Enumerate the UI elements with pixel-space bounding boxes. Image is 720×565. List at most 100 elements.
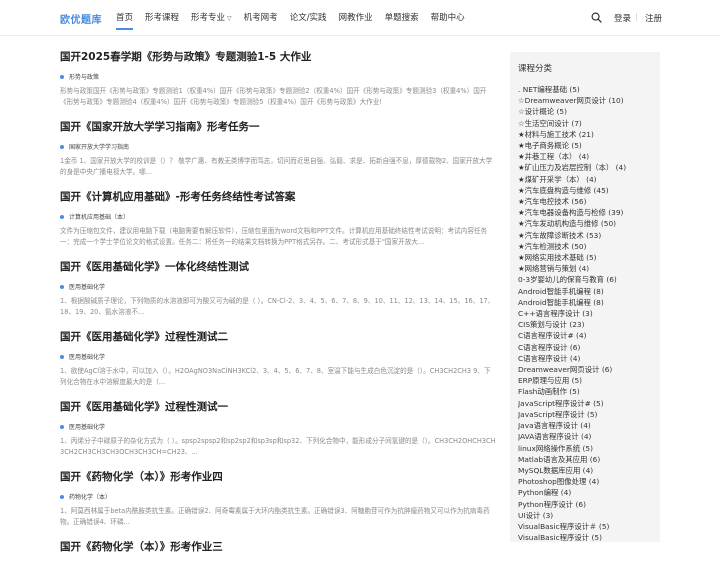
article-category[interactable]: 医用基础化学 bbox=[60, 352, 496, 361]
article-title-link[interactable]: 国开《药物化学（本）》形考作业四 bbox=[60, 470, 496, 484]
article-item: 国开《医用基础化学》过程性测试二 医用基础化学 1、欲使AgCl溶于水中，可以加入（… bbox=[60, 330, 496, 389]
sidebar-category-link[interactable]: Android智能手机编程 (8) bbox=[518, 297, 652, 308]
article-item: 国开《药物化学（本）》形考作业三 bbox=[60, 540, 496, 554]
sidebar-category-link[interactable]: ★煤矿开采学（本） (4) bbox=[518, 174, 652, 185]
article-title-link[interactable]: 国开《医用基础化学》过程性测试二 bbox=[60, 330, 496, 344]
category-label: 医用基础化学 bbox=[69, 284, 106, 291]
sidebar-category-link[interactable]: linux网络操作系统 (5) bbox=[518, 443, 652, 454]
sidebar-category-link[interactable]: Java语言程序设计 (4) bbox=[518, 420, 652, 431]
article-item: 国开《国家开放大学学习指南》形考任务一国家开放大学学习指南 1金币 1、国家开放大… bbox=[60, 120, 496, 179]
article-category[interactable]: 医用基础化学 bbox=[60, 282, 496, 291]
site-logo[interactable]: 欧优题库 bbox=[60, 11, 102, 26]
article-item: 国开《药物化学（本）》形考作业四 药物化学（本） 1、阿莫西林属于beta内酰胺类抗… bbox=[60, 470, 496, 529]
nav-item-label: 帮助中心 bbox=[430, 13, 465, 23]
category-label: 医用基础化学 bbox=[69, 424, 106, 431]
sidebar-category-link[interactable]: ☆生活空间设计 (7) bbox=[518, 118, 652, 129]
sidebar-category-link[interactable]: Python编程 (4) bbox=[518, 487, 652, 498]
nav-item-4[interactable]: 论文/实践 bbox=[284, 0, 333, 36]
sidebar-category-link[interactable]: ★汽车电器设备构造与检修 (39) bbox=[518, 207, 652, 218]
category-dot-icon bbox=[60, 214, 64, 219]
login-register-separator: | bbox=[635, 12, 638, 21]
register-link[interactable]: 注册 bbox=[645, 12, 662, 24]
sidebar-category-link[interactable]: C语言程序设计 (4) bbox=[518, 353, 652, 364]
nav-item-label: 单题搜索 bbox=[384, 13, 419, 23]
sidebar-category-link[interactable]: VisualBasic程序设计＃ (5) bbox=[518, 521, 652, 532]
category-dot-icon bbox=[60, 284, 64, 289]
sidebar-category-link[interactable]: JavaScript程序设计# (5) bbox=[518, 398, 652, 409]
article-item: 国开《医用基础化学》过程性测试一医用基础化学 1、丙烯分子中碳原子的杂化方式为（ … bbox=[60, 400, 496, 459]
sidebar-category-link[interactable]: ★汽车检测技术 (50) bbox=[518, 241, 652, 252]
sidebar-category-link[interactable]: ☆设计概论 (5) bbox=[518, 106, 652, 117]
sidebar-category-link[interactable]: UI设计 (3) bbox=[518, 510, 652, 521]
category-dot-icon bbox=[60, 144, 64, 149]
course-category-sidebar: 课程分类 . NET编程基础 (5) ☆Dreamweaver网页设计 (10) ☆… bbox=[510, 52, 660, 542]
sidebar-category-link[interactable]: ★电子商务概论 (5) bbox=[518, 140, 652, 151]
category-label: 药物化学（本） bbox=[69, 494, 112, 501]
chevron-down-icon: ▽ bbox=[227, 15, 232, 22]
sidebar-category-link[interactable]: Flash动画制作 (5) bbox=[518, 386, 652, 397]
search-icon[interactable] bbox=[591, 12, 602, 23]
sidebar-category-link[interactable]: C语言程序设计 (6) bbox=[518, 342, 652, 353]
article-title-link[interactable]: 国开《医用基础化学》过程性测试一 bbox=[60, 400, 496, 414]
sidebar-category-link[interactable]: MySQL数据库应用 (4) bbox=[518, 465, 652, 476]
article-category[interactable]: 计算机应用基础（本） bbox=[60, 212, 496, 221]
sidebar-category-link[interactable]: Matlab语言及其应用 (6) bbox=[518, 454, 652, 465]
category-dot-icon bbox=[60, 494, 64, 499]
article-category[interactable]: 国家开放大学学习指南 bbox=[60, 142, 496, 151]
sidebar-category-link[interactable]: Photoshop图像处理 (4) bbox=[518, 476, 652, 487]
article-item: 国开《计算机应用基础》-形考任务终结性考试答案 计算机应用基础（本） 文件为压缩包文… bbox=[60, 190, 496, 249]
sidebar-category-link[interactable]: C语言程序设计# (4) bbox=[518, 330, 652, 341]
login-link[interactable]: 登录 bbox=[614, 12, 631, 24]
category-label: 计算机应用基础（本） bbox=[69, 214, 130, 221]
article-title-link[interactable]: 国开2025春学期《形势与政策》专题测验1-5 大作业 bbox=[60, 50, 496, 64]
sidebar-category-link[interactable]: JavaScript程序设计 (5) bbox=[518, 409, 652, 420]
nav-item-5[interactable]: 网教作业 bbox=[333, 0, 379, 36]
article-excerpt: 1、丙烯分子中碳原子的杂化方式为（ ）。spsp2spsp2和sp2sp2和sp… bbox=[60, 437, 496, 457]
sidebar-category-link[interactable]: C++语言程序设计 (3) bbox=[518, 308, 652, 319]
category-label: 国家开放大学学习指南 bbox=[69, 144, 130, 151]
article-title-link[interactable]: 国开《国家开放大学学习指南》形考任务一 bbox=[60, 120, 496, 134]
nav-item-3[interactable]: 机考网考 bbox=[238, 0, 284, 36]
sidebar-category-link[interactable]: ★汽车底盘构造与维修 (45) bbox=[518, 185, 652, 196]
article-item: 国开2025春学期《形势与政策》专题测验1-5 大作业 形势与政策 形势与政策国开《… bbox=[60, 50, 496, 109]
article-category[interactable]: 药物化学（本） bbox=[60, 492, 496, 501]
category-dot-icon bbox=[60, 424, 64, 429]
nav-item-label: 形考课程 bbox=[145, 13, 180, 23]
nav-item-label: 形考专业 bbox=[191, 13, 226, 23]
nav-item-1[interactable]: 形考课程 bbox=[139, 0, 185, 36]
sidebar-category-link[interactable]: ★矿山压力及岩层控制（本） (4) bbox=[518, 162, 652, 173]
nav-item-7[interactable]: 帮助中心 bbox=[425, 0, 471, 36]
category-label: 医用基础化学 bbox=[69, 354, 106, 361]
sidebar-category-link[interactable]: VisualBasic程序设计 (5) bbox=[518, 532, 652, 542]
sidebar-category-link[interactable]: . NET编程基础 (5) bbox=[518, 84, 652, 95]
nav-item-6[interactable]: 单题搜索 bbox=[379, 0, 425, 36]
category-dot-icon bbox=[60, 74, 64, 79]
sidebar-category-link[interactable]: ★材料与施工技术 (21) bbox=[518, 129, 652, 140]
sidebar-category-link[interactable]: Python程序设计 (6) bbox=[518, 499, 652, 510]
article-title-link[interactable]: 国开《药物化学（本）》形考作业三 bbox=[60, 540, 496, 554]
article-list: 国开2025春学期《形势与政策》专题测验1-5 大作业 形势与政策 形势与政策国开《… bbox=[60, 50, 496, 565]
article-title-link[interactable]: 国开《医用基础化学》一体化终结性测试 bbox=[60, 260, 496, 274]
sidebar-title: 课程分类 bbox=[518, 64, 553, 74]
article-excerpt: 1金币 1、国家开放大学的校训是（）？ 敬学广惠、有教无类博学而笃志，切问而近思… bbox=[60, 157, 493, 177]
nav-item-2[interactable]: 形考专业 ▽ bbox=[185, 0, 238, 36]
sidebar-category-link[interactable]: ☆Dreamweaver网页设计 (10) bbox=[518, 95, 652, 106]
sidebar-category-link[interactable]: ★汽车电控技术 (56) bbox=[518, 196, 652, 207]
sidebar-category-link[interactable]: ★井巷工程（本） (4) bbox=[518, 151, 652, 162]
sidebar-category-link[interactable]: ERP原理与应用 (5) bbox=[518, 375, 652, 386]
article-title-link[interactable]: 国开《计算机应用基础》-形考任务终结性考试答案 bbox=[60, 190, 496, 204]
sidebar-category-link[interactable]: ★网络营销与策划 (4) bbox=[518, 263, 652, 274]
sidebar-category-link[interactable]: Android智能手机编程 (8) bbox=[518, 286, 652, 297]
nav-item-label: 首页 bbox=[116, 13, 134, 23]
sidebar-category-link[interactable]: ★汽车发动机构造与维修 (50) bbox=[518, 218, 652, 229]
sidebar-category-link[interactable]: CIS策划与设计 (23) bbox=[518, 319, 652, 330]
sidebar-category-link[interactable]: ★汽车故障诊断技术 (53) bbox=[518, 230, 652, 241]
sidebar-category-link[interactable]: Dreamweaver网页设计 (6) bbox=[518, 364, 652, 375]
article-category[interactable]: 医用基础化学 bbox=[60, 422, 496, 431]
nav-item-0[interactable]: 首页 bbox=[110, 0, 139, 36]
sidebar-category-link[interactable]: 0-3岁婴幼儿的保育与教育 (6) bbox=[518, 274, 652, 285]
category-dot-icon bbox=[60, 354, 64, 359]
sidebar-category-link[interactable]: ★网络实用技术基础 (5) bbox=[518, 252, 652, 263]
article-category[interactable]: 形势与政策 bbox=[60, 72, 496, 81]
sidebar-category-link[interactable]: JAVA语言程序设计 (4) bbox=[518, 431, 652, 442]
